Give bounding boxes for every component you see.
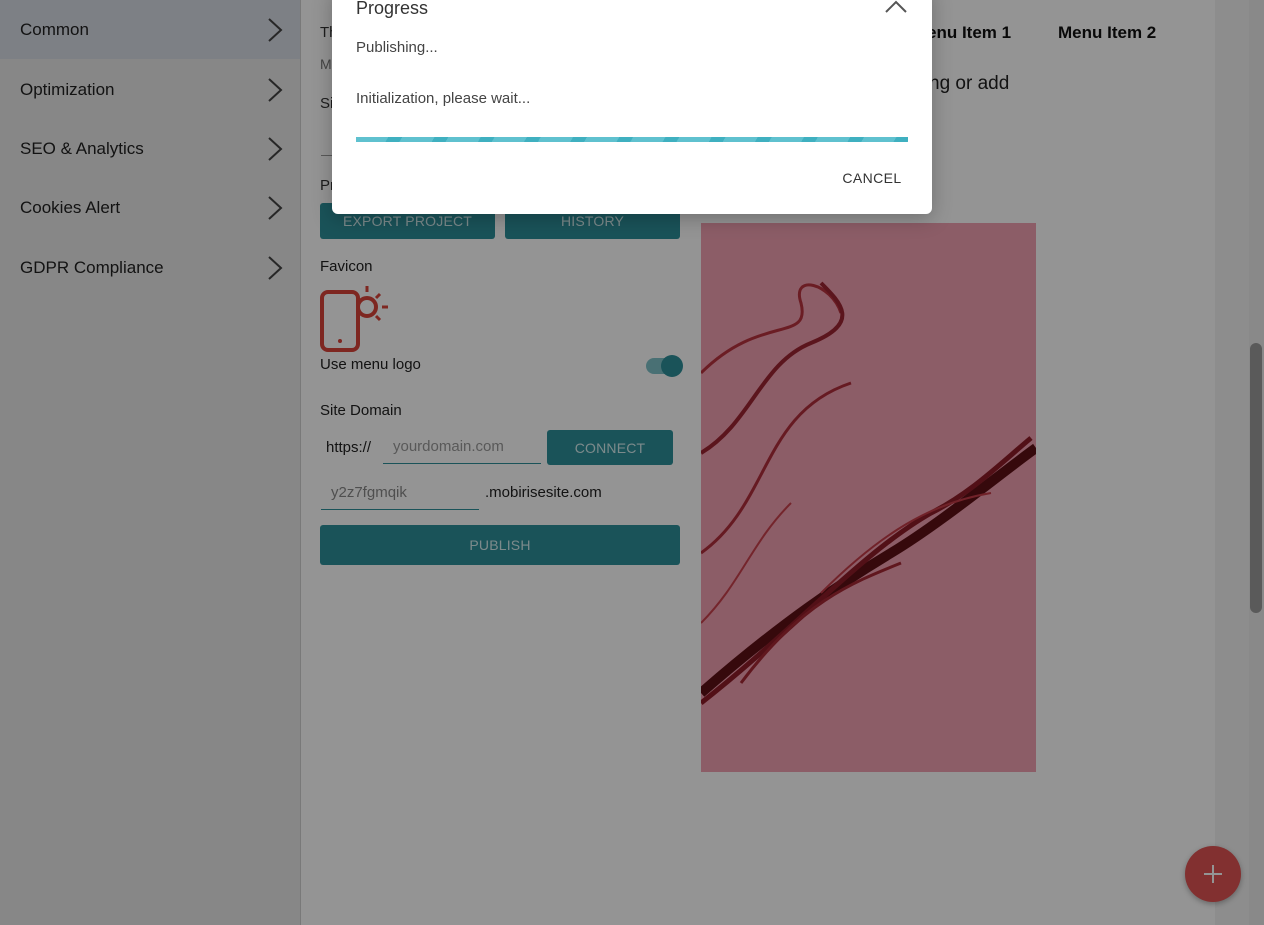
dialog-title: Progress bbox=[356, 0, 429, 18]
progress-dialog: Progress Publishing... Initialization, p… bbox=[332, 0, 932, 214]
dialog-message: Initialization, please wait... bbox=[356, 90, 531, 107]
progress-bar bbox=[356, 137, 908, 142]
cancel-button[interactable]: CANCEL bbox=[832, 166, 912, 190]
collapse-chevron-icon[interactable] bbox=[884, 0, 908, 14]
progress-bar-fill bbox=[356, 137, 908, 142]
dialog-status: Publishing... bbox=[356, 39, 438, 56]
